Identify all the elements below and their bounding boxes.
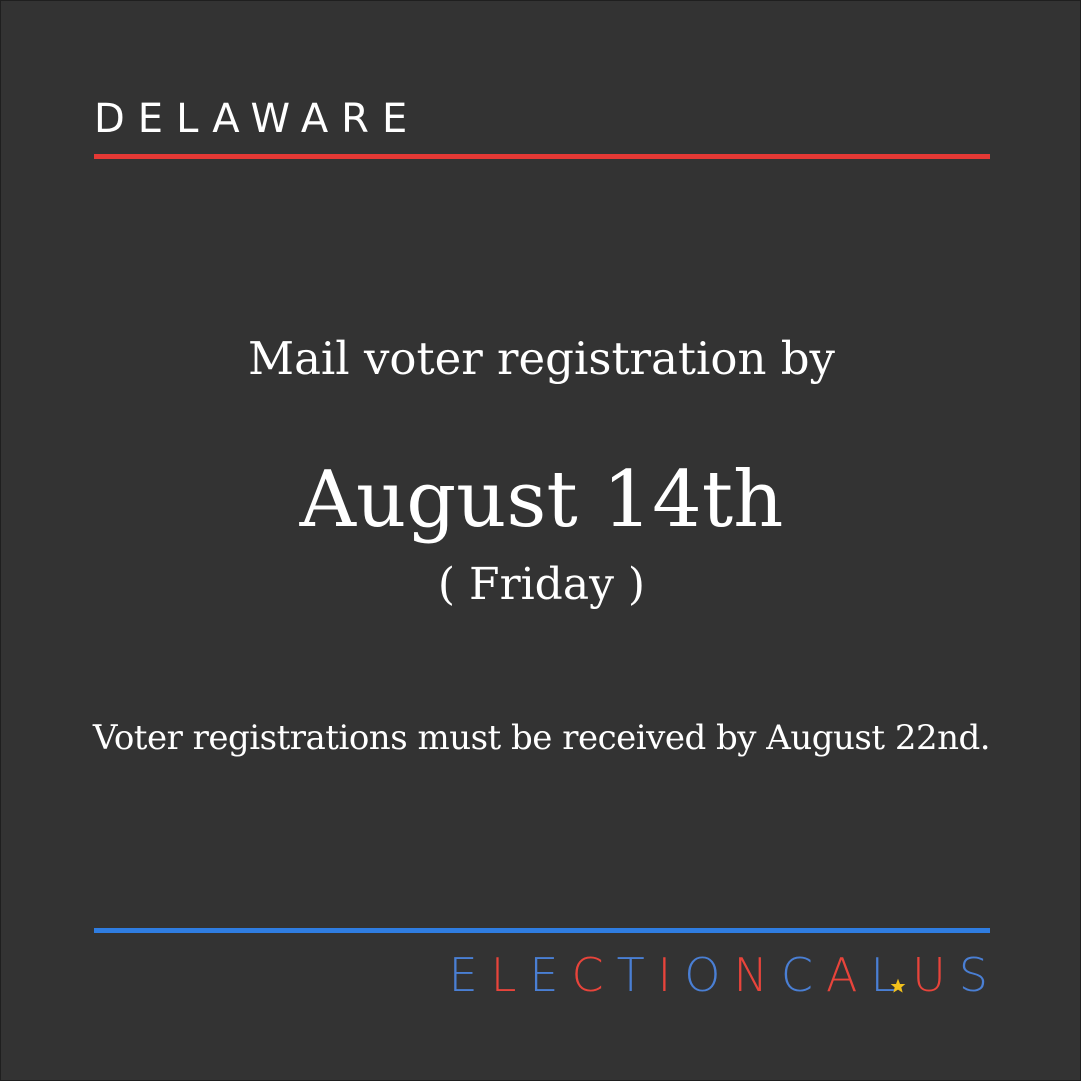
brand-letter: O — [684, 948, 734, 1002]
brand-tld: US — [912, 945, 988, 1005]
brand-letter: U — [912, 948, 959, 1002]
brand-letter: L — [490, 948, 530, 1002]
star-icon — [890, 978, 906, 993]
brand-letter: E — [448, 948, 491, 1002]
brand-logo: ELECTIONCAL US — [449, 945, 988, 1005]
deadline-date: August 14th — [299, 455, 784, 545]
bottom-divider — [94, 928, 990, 933]
top-divider — [94, 154, 990, 159]
brand-letter: I — [657, 948, 685, 1002]
brand-letter: E — [529, 948, 572, 1002]
brand-letter: C — [780, 948, 827, 1002]
brand-letter: A — [826, 948, 871, 1002]
brand-letter: S — [958, 948, 988, 1002]
brand-letter: L — [870, 948, 897, 1002]
brand-letter: T — [616, 948, 658, 1002]
brand-letter: N — [733, 948, 781, 1002]
received-by-note: Voter registrations must be received by … — [92, 718, 991, 758]
headline: Mail voter registration by — [248, 332, 835, 385]
deadline-weekday: ( Friday ) — [437, 559, 646, 610]
state-name: DELAWARE — [94, 96, 421, 142]
brand-letter: C — [571, 948, 617, 1002]
graphic-card: DELAWARE Mail voter registration by Augu… — [0, 0, 1081, 1081]
brand-name: ELECTIONCAL — [449, 945, 896, 1005]
